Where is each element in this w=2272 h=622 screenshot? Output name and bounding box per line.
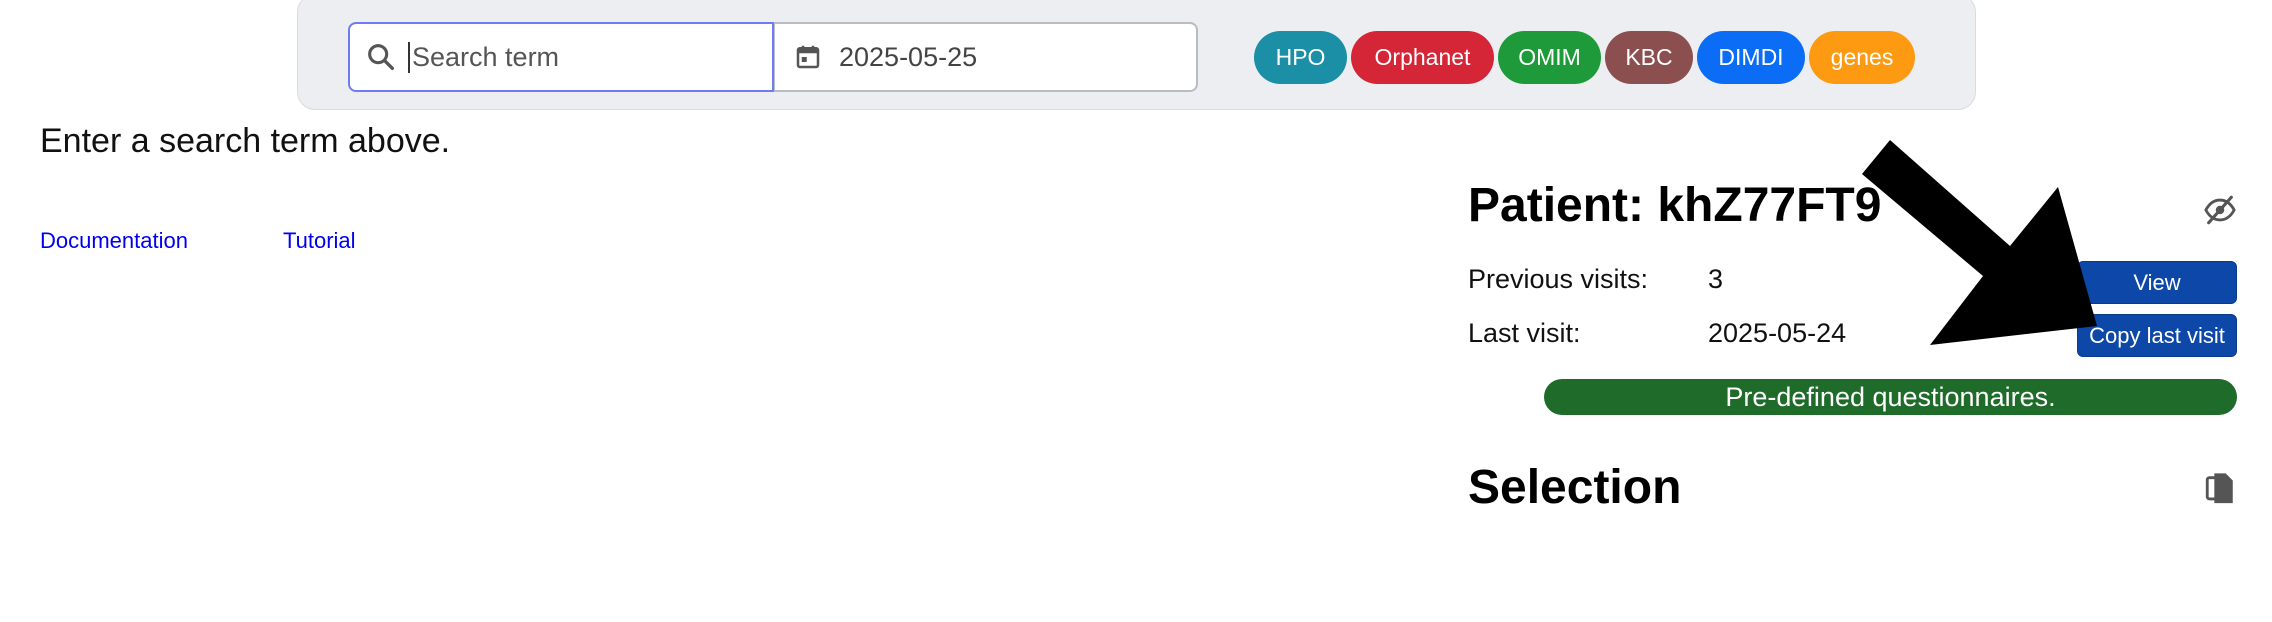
- search-icon: [368, 44, 395, 71]
- tag-omim[interactable]: OMIM: [1498, 31, 1601, 84]
- source-tag-list: HPO Orphanet OMIM KBC DIMDI genes: [1254, 31, 1915, 84]
- date-value[interactable]: 2025-05-25: [839, 42, 977, 73]
- questionnaires-bar[interactable]: Pre-defined questionnaires.: [1544, 379, 2237, 415]
- view-button[interactable]: View: [2077, 261, 2237, 304]
- documentation-link[interactable]: Documentation: [40, 228, 188, 254]
- tutorial-link[interactable]: Tutorial: [283, 228, 356, 254]
- selection-title: Selection: [1468, 461, 1682, 514]
- tag-hpo[interactable]: HPO: [1254, 31, 1347, 84]
- tag-orphanet[interactable]: Orphanet: [1351, 31, 1494, 84]
- calendar-icon: [796, 45, 820, 69]
- search-group: 2025-05-25: [348, 22, 1198, 92]
- tag-dimdi[interactable]: DIMDI: [1697, 31, 1805, 84]
- search-input[interactable]: [408, 41, 748, 73]
- copy-last-visit-button[interactable]: Copy last visit: [2077, 314, 2237, 357]
- search-field[interactable]: [348, 22, 774, 92]
- last-visit-value: 2025-05-24: [1708, 318, 1847, 348]
- previous-visits-label: Previous visits:: [1468, 264, 1649, 294]
- date-field[interactable]: 2025-05-25: [774, 22, 1198, 92]
- pointer-arrow-shape: [1862, 140, 2097, 345]
- tag-genes[interactable]: genes: [1809, 31, 1915, 84]
- search-prompt: Enter a search term above.: [40, 122, 451, 160]
- last-visit-label: Last visit:: [1468, 318, 1581, 348]
- patient-title: Patient: khZ77FT9: [1468, 179, 1882, 232]
- previous-visits-value: 3: [1708, 264, 1724, 294]
- tag-kbc[interactable]: KBC: [1605, 31, 1693, 84]
- eye-slash-icon[interactable]: [2203, 193, 2237, 227]
- copy-icon[interactable]: [2205, 472, 2235, 506]
